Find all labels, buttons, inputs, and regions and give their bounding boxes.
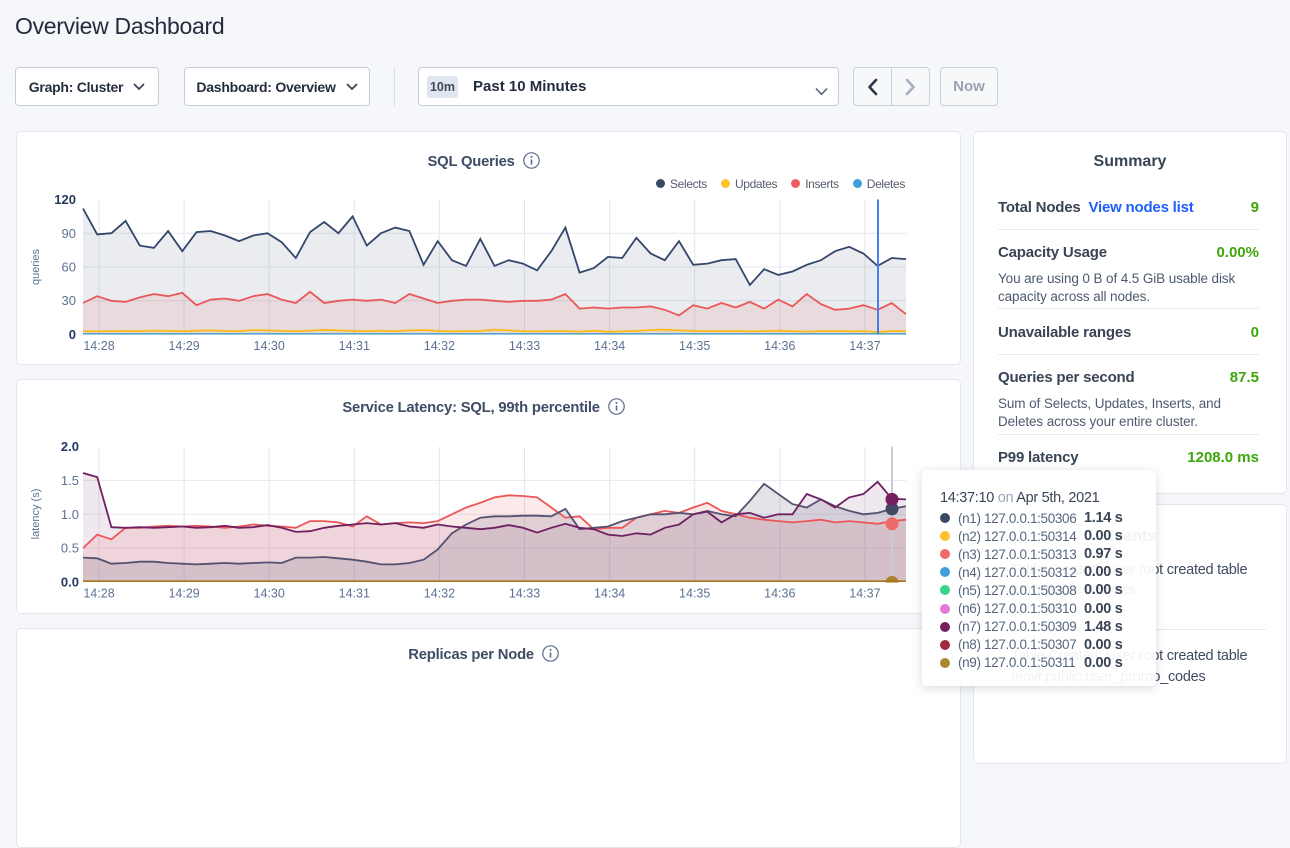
svg-text:30: 30 xyxy=(62,293,76,308)
svg-text:latency (s): latency (s) xyxy=(30,489,42,540)
svg-text:1.5: 1.5 xyxy=(61,473,79,488)
svg-text:90: 90 xyxy=(62,226,76,241)
svg-text:120: 120 xyxy=(54,192,76,207)
svg-text:14:30: 14:30 xyxy=(254,339,285,353)
svg-text:0: 0 xyxy=(69,327,76,342)
svg-text:14:32: 14:32 xyxy=(424,587,455,601)
svg-text:60: 60 xyxy=(62,260,76,275)
svg-text:0.0: 0.0 xyxy=(61,575,79,590)
svg-text:14:35: 14:35 xyxy=(679,587,710,601)
svg-text:14:36: 14:36 xyxy=(764,587,795,601)
svg-text:0.5: 0.5 xyxy=(61,541,79,556)
svg-text:2.0: 2.0 xyxy=(61,439,79,454)
svg-text:queries: queries xyxy=(30,248,42,285)
svg-text:14:28: 14:28 xyxy=(83,587,114,601)
svg-text:14:34: 14:34 xyxy=(594,339,625,353)
svg-text:14:34: 14:34 xyxy=(594,587,625,601)
svg-text:14:37: 14:37 xyxy=(849,339,880,353)
svg-text:14:36: 14:36 xyxy=(764,339,795,353)
svg-text:14:29: 14:29 xyxy=(168,339,199,353)
svg-text:14:31: 14:31 xyxy=(339,339,370,353)
svg-text:14:35: 14:35 xyxy=(679,339,710,353)
svg-text:14:30: 14:30 xyxy=(254,587,285,601)
svg-text:14:33: 14:33 xyxy=(509,339,540,353)
svg-text:14:31: 14:31 xyxy=(339,587,370,601)
svg-text:14:33: 14:33 xyxy=(509,587,540,601)
svg-text:14:28: 14:28 xyxy=(83,339,114,353)
svg-text:14:37: 14:37 xyxy=(849,587,880,601)
svg-text:1.0: 1.0 xyxy=(61,507,79,522)
svg-text:14:32: 14:32 xyxy=(424,339,455,353)
svg-text:14:29: 14:29 xyxy=(168,587,199,601)
